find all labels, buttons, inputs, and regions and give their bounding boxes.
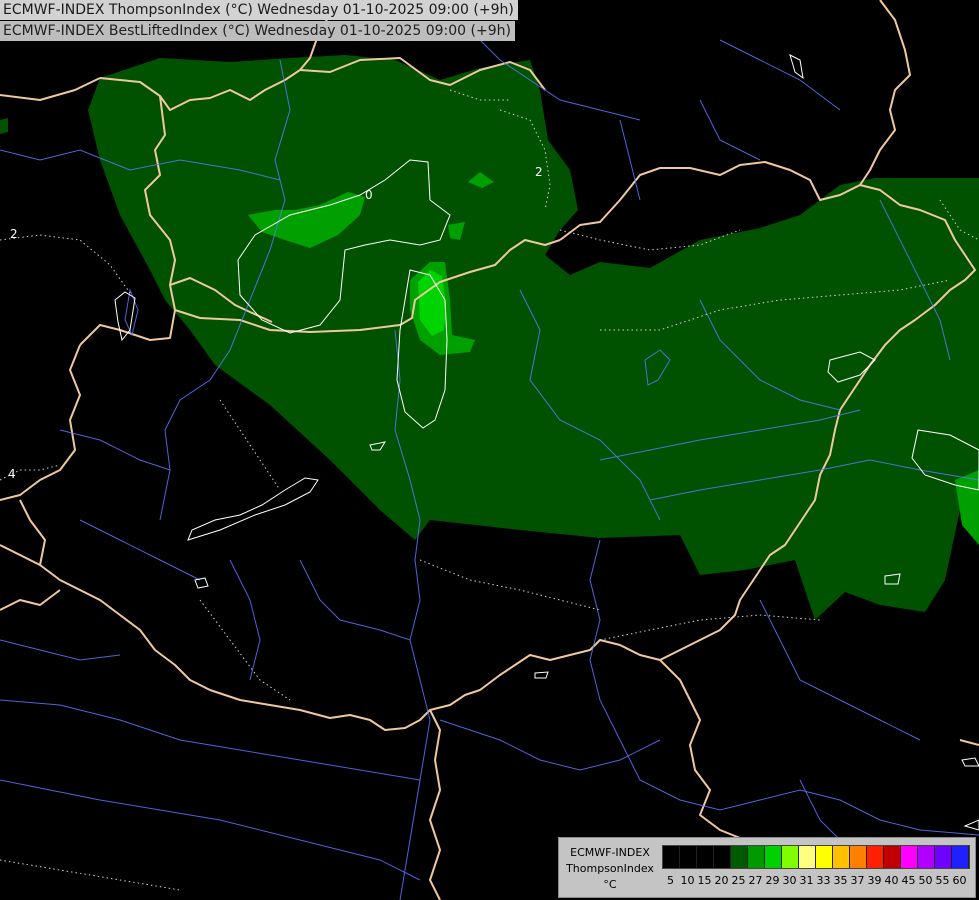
legend-swatch bbox=[748, 846, 765, 868]
contour-label-2b: 2 bbox=[10, 227, 18, 241]
legend-tick-label: 29 bbox=[765, 874, 780, 887]
legend-ticks: 5 10 15 20 25 27 29 30 31 33 35 37 39 40 45 50 55 60 bbox=[662, 874, 968, 888]
legend-swatch bbox=[765, 846, 782, 868]
legend-tick-label: 40 bbox=[884, 874, 899, 887]
legend-swatch bbox=[816, 846, 833, 868]
legend-swatch bbox=[901, 846, 918, 868]
contour-label-2a: 2 bbox=[535, 165, 543, 179]
legend-swatch bbox=[731, 846, 748, 868]
legend-swatch bbox=[833, 846, 850, 868]
legend-tick-label: 55 bbox=[935, 874, 950, 887]
legend-swatch bbox=[850, 846, 867, 868]
legend-tick-label: 37 bbox=[850, 874, 865, 887]
legend-tick-label: 31 bbox=[799, 874, 814, 887]
legend-swatch bbox=[799, 846, 816, 868]
legend-swatch bbox=[952, 846, 969, 868]
map-title-thompson: ECMWF-INDEX ThompsonIndex (°C) Wednesday… bbox=[0, 0, 518, 20]
map-title-lifted: ECMWF-INDEX BestLiftedIndex (°C) Wednesd… bbox=[0, 21, 515, 41]
legend-swatch bbox=[680, 846, 697, 868]
legend-swatch bbox=[935, 846, 952, 868]
legend-tick-label: 30 bbox=[782, 874, 797, 887]
legend-tick-label: 60 bbox=[952, 874, 967, 887]
contour-label-4: 4 bbox=[8, 467, 16, 481]
legend-model: ECMWF-INDEX bbox=[570, 846, 650, 859]
legend-swatch bbox=[663, 846, 680, 868]
legend-tick-label: 20 bbox=[714, 874, 729, 887]
legend-tick-label: 25 bbox=[731, 874, 746, 887]
legend-tick-label: 27 bbox=[748, 874, 763, 887]
legend-tick-label: 39 bbox=[867, 874, 882, 887]
weather-map: 0 2 2 4 bbox=[0, 0, 979, 900]
legend-tick-label: 35 bbox=[833, 874, 848, 887]
legend-tick-label: 33 bbox=[816, 874, 831, 887]
legend-swatch bbox=[782, 846, 799, 868]
legend-swatch bbox=[867, 846, 884, 868]
legend-tick-label: 10 bbox=[680, 874, 695, 887]
color-legend: ECMWF-INDEX ThompsonIndex °C 5 10 15 20 25 27… bbox=[558, 837, 976, 898]
legend-swatch bbox=[918, 846, 935, 868]
legend-parameter: ThompsonIndex bbox=[566, 862, 654, 875]
legend-tick-label: 15 bbox=[697, 874, 712, 887]
legend-swatch bbox=[697, 846, 714, 868]
legend-tick-label: 50 bbox=[918, 874, 933, 887]
legend-swatch bbox=[884, 846, 901, 868]
contour-label-0: 0 bbox=[365, 188, 373, 202]
legend-swatches bbox=[662, 845, 970, 869]
legend-swatch bbox=[714, 846, 731, 868]
legend-tick-label: 5 bbox=[667, 874, 674, 887]
legend-tick-label: 45 bbox=[901, 874, 916, 887]
legend-unit: °C bbox=[603, 878, 617, 891]
